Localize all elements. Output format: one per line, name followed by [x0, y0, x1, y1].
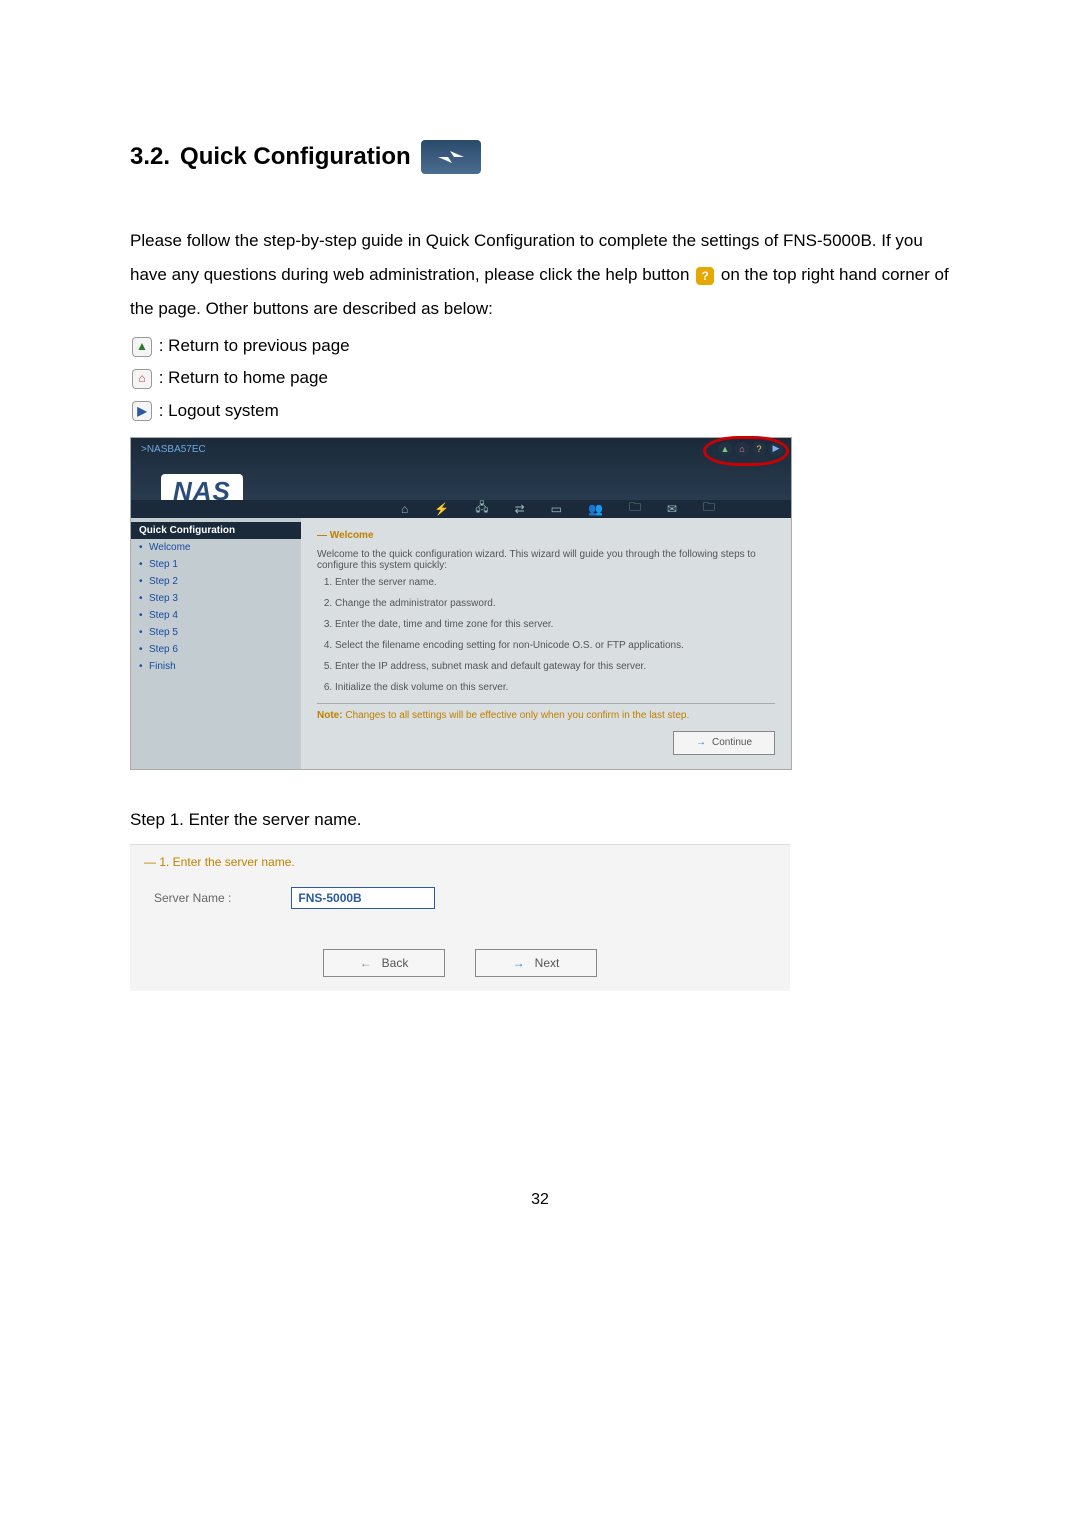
top-help-icon[interactable]: ? [752, 442, 766, 456]
lightning-icon [421, 140, 481, 174]
back-icon: ▲ [132, 337, 152, 357]
nav-server-icon[interactable]: 🖧 [475, 498, 488, 519]
content-panel: — Welcome Welcome to the quick configura… [301, 518, 791, 769]
server-name-label: Server Name : [154, 891, 231, 905]
continue-button[interactable]: → Continue [673, 731, 775, 755]
screenshot-body: Quick Configuration Welcome Step 1 Step … [131, 518, 791, 769]
section-number: 3.2. [130, 143, 170, 171]
content-steps-list: Enter the server name. Change the admini… [317, 577, 775, 693]
sidebar-item-step6[interactable]: Step 6 [131, 641, 301, 658]
logout-icon: ▶ [132, 401, 152, 421]
hostname-label: >NASBA57EC [141, 444, 206, 455]
document-page: 3.2. Quick Configuration Please follow t… [0, 0, 1080, 1269]
screenshot-step1: — 1. Enter the server name. Server Name … [130, 844, 790, 991]
legend-row-home: ⌂ : Return to home page [130, 362, 950, 394]
sidebar-title: Quick Configuration [131, 522, 301, 539]
arrow-right-icon: → [696, 737, 706, 748]
top-back-icon[interactable]: ▲ [718, 442, 732, 456]
nav-other-icon[interactable]: 🗀 [703, 498, 715, 519]
section-heading: 3.2. Quick Configuration [130, 140, 950, 174]
list-item: Enter the IP address, subnet mask and de… [335, 661, 775, 672]
arrow-right-icon: → [513, 956, 525, 970]
nav-tools-icon[interactable]: ✉ [667, 502, 677, 516]
sidebar-item-finish[interactable]: Finish [131, 658, 301, 675]
back-label: Back [382, 956, 409, 970]
step1-panel-title: — 1. Enter the server name. [144, 855, 776, 869]
help-icon: ? [696, 267, 714, 285]
note-prefix: Note: [317, 710, 343, 721]
sidebar: Quick Configuration Welcome Step 1 Step … [131, 518, 301, 769]
sidebar-item-step5[interactable]: Step 5 [131, 624, 301, 641]
nav-disk-icon[interactable]: ▭ [551, 502, 562, 516]
sidebar-item-welcome[interactable]: Welcome [131, 539, 301, 556]
nav-home-icon[interactable]: ⌂ [401, 502, 408, 516]
step1-caption: Step 1. Enter the server name. [130, 810, 950, 830]
list-item: Enter the server name. [335, 577, 775, 588]
content-title: — Welcome [317, 530, 775, 541]
nav-users-icon[interactable]: 👥 [588, 502, 603, 516]
nav-network-icon[interactable]: ⇄ [515, 502, 525, 516]
divider [317, 703, 775, 704]
note-text: Changes to all settings will be effectiv… [343, 710, 690, 721]
sidebar-item-step1[interactable]: Step 1 [131, 556, 301, 573]
top-home-icon[interactable]: ⌂ [735, 442, 749, 456]
page-number: 32 [130, 1191, 950, 1209]
server-name-row: Server Name : [144, 887, 776, 909]
list-item: Change the administrator password. [335, 598, 775, 609]
server-name-input[interactable] [291, 887, 435, 909]
legend-row-logout: ▶ : Logout system [130, 395, 950, 427]
intro-paragraph: Please follow the step-by-step guide in … [130, 224, 950, 326]
continue-label: Continue [712, 737, 752, 748]
nav-lightning-icon[interactable]: ⚡ [434, 502, 449, 516]
back-icon-label: : Return to previous page [159, 336, 350, 355]
list-item: Initialize the disk volume on this serve… [335, 682, 775, 693]
section-title-text: Quick Configuration [180, 143, 411, 171]
step1-button-row: ← Back → Next [144, 949, 776, 977]
content-intro: Welcome to the quick configuration wizar… [317, 549, 775, 571]
note-line: Note: Changes to all settings will be ef… [317, 710, 775, 721]
back-button[interactable]: ← Back [323, 949, 445, 977]
logout-icon-label: : Logout system [159, 401, 279, 420]
home-icon-label: : Return to home page [159, 368, 328, 387]
next-label: Next [535, 956, 560, 970]
nav-icon-bar: ⌂ ⚡ 🖧 ⇄ ▭ 👥 🗀 ✉ 🗀 [131, 500, 791, 518]
screenshot-header: >NASBA57EC NAS ▲ ⌂ ? ▶ ⌂ ⚡ 🖧 ⇄ ▭ 👥 🗀 ✉ 🗀 [131, 438, 791, 518]
sidebar-item-step3[interactable]: Step 3 [131, 590, 301, 607]
legend-row-back: ▲ : Return to previous page [130, 330, 950, 362]
sidebar-item-step2[interactable]: Step 2 [131, 573, 301, 590]
screenshot-nas-welcome: >NASBA57EC NAS ▲ ⌂ ? ▶ ⌂ ⚡ 🖧 ⇄ ▭ 👥 🗀 ✉ 🗀 [130, 437, 792, 770]
list-item: Select the filename encoding setting for… [335, 640, 775, 651]
nav-folder-icon[interactable]: 🗀 [629, 498, 641, 519]
arrow-left-icon: ← [360, 956, 372, 970]
list-item: Enter the date, time and time zone for t… [335, 619, 775, 630]
top-logout-icon[interactable]: ▶ [769, 442, 783, 456]
next-button[interactable]: → Next [475, 949, 597, 977]
icon-legend: ▲ : Return to previous page ⌂ : Return t… [130, 330, 950, 427]
home-icon: ⌂ [132, 369, 152, 389]
top-icon-bar: ▲ ⌂ ? ▶ [718, 442, 783, 456]
sidebar-item-step4[interactable]: Step 4 [131, 607, 301, 624]
